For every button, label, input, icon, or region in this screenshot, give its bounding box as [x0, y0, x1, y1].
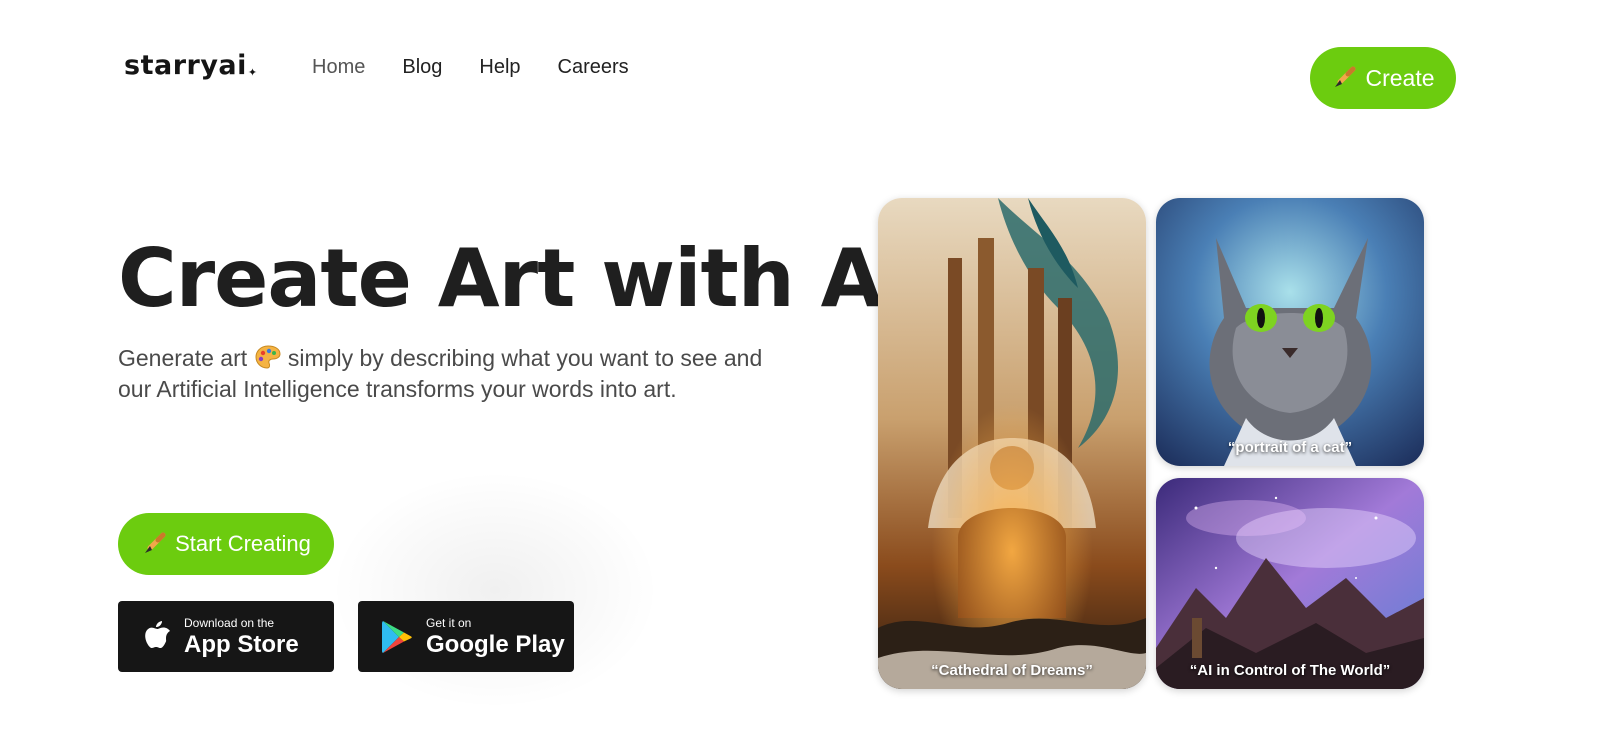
google-play-text: Get it on Google Play	[426, 617, 565, 657]
logo-star-icon: ✦	[247, 66, 258, 79]
decorative-shadow	[330, 470, 660, 710]
google-play-icon	[382, 620, 412, 653]
gallery-card-cathedral[interactable]: “Cathedral of Dreams”	[878, 198, 1146, 689]
brand-logo[interactable]: starryai✦	[124, 50, 257, 81]
space-artwork	[1156, 478, 1424, 689]
google-play-small: Get it on	[426, 615, 472, 630]
nav-blog[interactable]: Blog	[402, 56, 442, 79]
hero-subtitle: Generate art simply by describing what y…	[118, 343, 798, 405]
main-nav: Home Blog Help Careers	[312, 56, 629, 79]
logo-text: starryai	[124, 50, 247, 81]
gallery-card-space[interactable]: “AI in Control of The World”	[1156, 478, 1424, 689]
start-creating-label: Start Creating	[175, 531, 311, 556]
nav-help[interactable]: Help	[479, 56, 520, 79]
create-button[interactable]: Create	[1310, 47, 1456, 109]
google-play-big: Google Play	[426, 630, 565, 658]
app-store-button[interactable]: Download on the App Store	[118, 601, 334, 672]
app-store-big: App Store	[184, 630, 299, 658]
start-creating-button[interactable]: Start Creating	[118, 513, 334, 575]
hero-title: Create Art with AI	[118, 232, 911, 325]
artist-palette-icon	[255, 345, 281, 369]
gallery-card-cat[interactable]: “portrait of a cat”	[1156, 198, 1424, 466]
app-store-small: Download on the	[184, 615, 275, 630]
hero-subtitle-part1: Generate art	[118, 345, 248, 371]
google-play-button[interactable]: Get it on Google Play	[358, 601, 574, 672]
app-store-text: Download on the App Store	[184, 617, 299, 657]
cat-caption: “portrait of a cat”	[1227, 439, 1353, 456]
cathedral-caption: “Cathedral of Dreams”	[931, 662, 1093, 679]
cathedral-artwork	[878, 198, 1146, 689]
create-button-label: Create	[1365, 64, 1435, 91]
nav-home[interactable]: Home	[312, 56, 365, 79]
space-caption: “AI in Control of The World”	[1189, 662, 1391, 679]
apple-icon	[145, 620, 170, 648]
paintbrush-icon	[145, 532, 166, 553]
cat-artwork	[1156, 198, 1424, 466]
nav-careers[interactable]: Careers	[558, 56, 629, 79]
paintbrush-icon	[1335, 66, 1356, 87]
